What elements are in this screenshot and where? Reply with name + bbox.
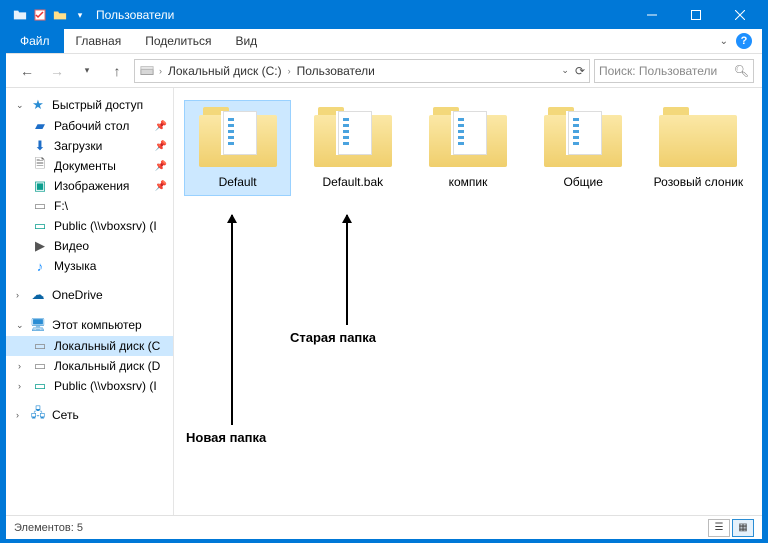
- cloud-icon: ☁: [30, 287, 46, 303]
- nav-forward[interactable]: →: [44, 58, 70, 84]
- annotation-arrow: [231, 215, 233, 425]
- details-view-button[interactable]: ☰: [708, 519, 730, 537]
- drive-icon: ▭: [32, 338, 48, 354]
- folder-icon: [429, 107, 507, 169]
- quick-access-header[interactable]: ⌄★Быстрый доступ: [6, 94, 173, 116]
- status-bar: Элементов: 5 ☰ ▦: [6, 515, 762, 539]
- titlebar: ▾ Пользователи: [6, 1, 762, 29]
- folder-name: Розовый слоник: [648, 175, 749, 189]
- refresh-icon[interactable]: ⟳: [575, 64, 585, 78]
- folder-item[interactable]: Default.bak: [299, 100, 406, 196]
- pictures-icon: ▣: [32, 178, 48, 194]
- search-input[interactable]: Поиск: Пользователи 🔍︎: [594, 59, 754, 83]
- ribbon-share-tab[interactable]: Поделиться: [133, 29, 223, 53]
- music-icon: ♪: [32, 258, 48, 274]
- thispc-header[interactable]: ⌄🖥Этот компьютер: [6, 314, 173, 336]
- nav-pane: ⌄★Быстрый доступ ▰Рабочий стол📌 ⬇Загрузк…: [6, 88, 174, 515]
- folder-icon: [544, 107, 622, 169]
- folder-icon: [12, 7, 28, 23]
- sidebar-item-public2[interactable]: ›▭Public (\\vboxsrv) (I: [6, 376, 173, 396]
- chevron-right-icon[interactable]: ›: [159, 66, 162, 76]
- qat-properties-icon[interactable]: [32, 7, 48, 23]
- folder-item[interactable]: Default: [184, 100, 291, 196]
- pin-icon: 📌: [155, 141, 167, 152]
- onedrive-header[interactable]: ›☁OneDrive: [6, 284, 173, 306]
- annotation-label: Старая папка: [290, 330, 376, 345]
- annotation-arrow: [346, 215, 348, 325]
- sidebar-item-documents[interactable]: 🗎Документы📌: [6, 156, 173, 176]
- search-icon: 🔍︎: [734, 64, 749, 78]
- folder-item[interactable]: Розовый слоник: [645, 100, 752, 196]
- folder-name: Default: [187, 175, 288, 189]
- desktop-icon: ▰: [32, 118, 48, 134]
- sidebar-item-desktop[interactable]: ▰Рабочий стол📌: [6, 116, 173, 136]
- annotation-label: Новая папка: [186, 430, 266, 445]
- nav-back[interactable]: ←: [14, 58, 40, 84]
- address-dropdown[interactable]: ⌄: [561, 65, 569, 76]
- ribbon-home-tab[interactable]: Главная: [64, 29, 134, 53]
- folder-name: компик: [417, 175, 518, 189]
- document-icon: 🗎: [32, 158, 48, 174]
- nav-up[interactable]: ↑: [104, 58, 130, 84]
- pin-icon: 📌: [155, 181, 167, 192]
- sidebar-item-drive-c[interactable]: ▭Локальный диск (C: [6, 336, 173, 356]
- sidebar-item-music[interactable]: ♪Музыка: [6, 256, 173, 276]
- video-icon: ▶: [32, 238, 48, 254]
- minimize-button[interactable]: [630, 1, 674, 29]
- sidebar-item-pictures[interactable]: ▣Изображения📌: [6, 176, 173, 196]
- item-count: Элементов: 5: [14, 522, 83, 534]
- folder-icon: [199, 107, 277, 169]
- ribbon-file-tab[interactable]: Файл: [6, 29, 64, 53]
- network-header[interactable]: ›🖧Сеть: [6, 404, 173, 426]
- pin-icon: 📌: [155, 161, 167, 172]
- pin-icon: 📌: [155, 121, 167, 132]
- network-icon: 🖧: [30, 407, 46, 423]
- explorer-window: ▾ Пользователи Файл Главная Поделиться В…: [5, 0, 763, 540]
- sidebar-item-downloads[interactable]: ⬇Загрузки📌: [6, 136, 173, 156]
- search-placeholder: Поиск: Пользователи: [599, 64, 717, 78]
- help-icon[interactable]: ?: [736, 33, 752, 49]
- pc-icon: 🖥: [30, 317, 46, 333]
- ribbon-view-tab[interactable]: Вид: [223, 29, 269, 53]
- sidebar-item-drive-f[interactable]: ▭F:\: [6, 196, 173, 216]
- folder-name: Default.bak: [302, 175, 403, 189]
- nav-recent-dropdown[interactable]: ▾: [74, 58, 100, 84]
- folder-item[interactable]: компик: [414, 100, 521, 196]
- network-drive-icon: ▭: [32, 378, 48, 394]
- breadcrumb-item[interactable]: Пользователи: [295, 64, 377, 78]
- chevron-right-icon[interactable]: ›: [288, 66, 291, 76]
- folder-icon: [314, 107, 392, 169]
- sidebar-item-drive-d[interactable]: ›▭Локальный диск (D: [6, 356, 173, 376]
- download-icon: ⬇: [32, 138, 48, 154]
- network-drive-icon: ▭: [32, 218, 48, 234]
- drive-icon: ▭: [32, 358, 48, 374]
- window-title: Пользователи: [94, 8, 630, 22]
- address-bar[interactable]: › Локальный диск (C:) › Пользователи ⌄ ⟳: [134, 59, 590, 83]
- star-icon: ★: [30, 97, 46, 113]
- icons-view-button[interactable]: ▦: [732, 519, 754, 537]
- sidebar-item-videos[interactable]: ▶Видео: [6, 236, 173, 256]
- file-area[interactable]: Default Default.bak компик Общие Розовый…: [174, 88, 762, 515]
- maximize-button[interactable]: [674, 1, 718, 29]
- breadcrumb-item[interactable]: Локальный диск (C:): [166, 64, 284, 78]
- close-button[interactable]: [718, 1, 762, 29]
- qat-newfolder-icon[interactable]: [52, 7, 68, 23]
- drive-icon: ▭: [32, 198, 48, 214]
- folder-name: Общие: [533, 175, 634, 189]
- navbar: ← → ▾ ↑ › Локальный диск (C:) › Пользова…: [6, 54, 762, 88]
- drive-icon: [139, 63, 155, 79]
- sidebar-item-public[interactable]: ▭Public (\\vboxsrv) (I: [6, 216, 173, 236]
- ribbon-expand-icon[interactable]: ⌄: [720, 36, 728, 47]
- qat-dropdown[interactable]: ▾: [72, 7, 88, 23]
- ribbon: Файл Главная Поделиться Вид ⌄ ?: [6, 29, 762, 54]
- folder-icon: [659, 107, 737, 169]
- folder-item[interactable]: Общие: [530, 100, 637, 196]
